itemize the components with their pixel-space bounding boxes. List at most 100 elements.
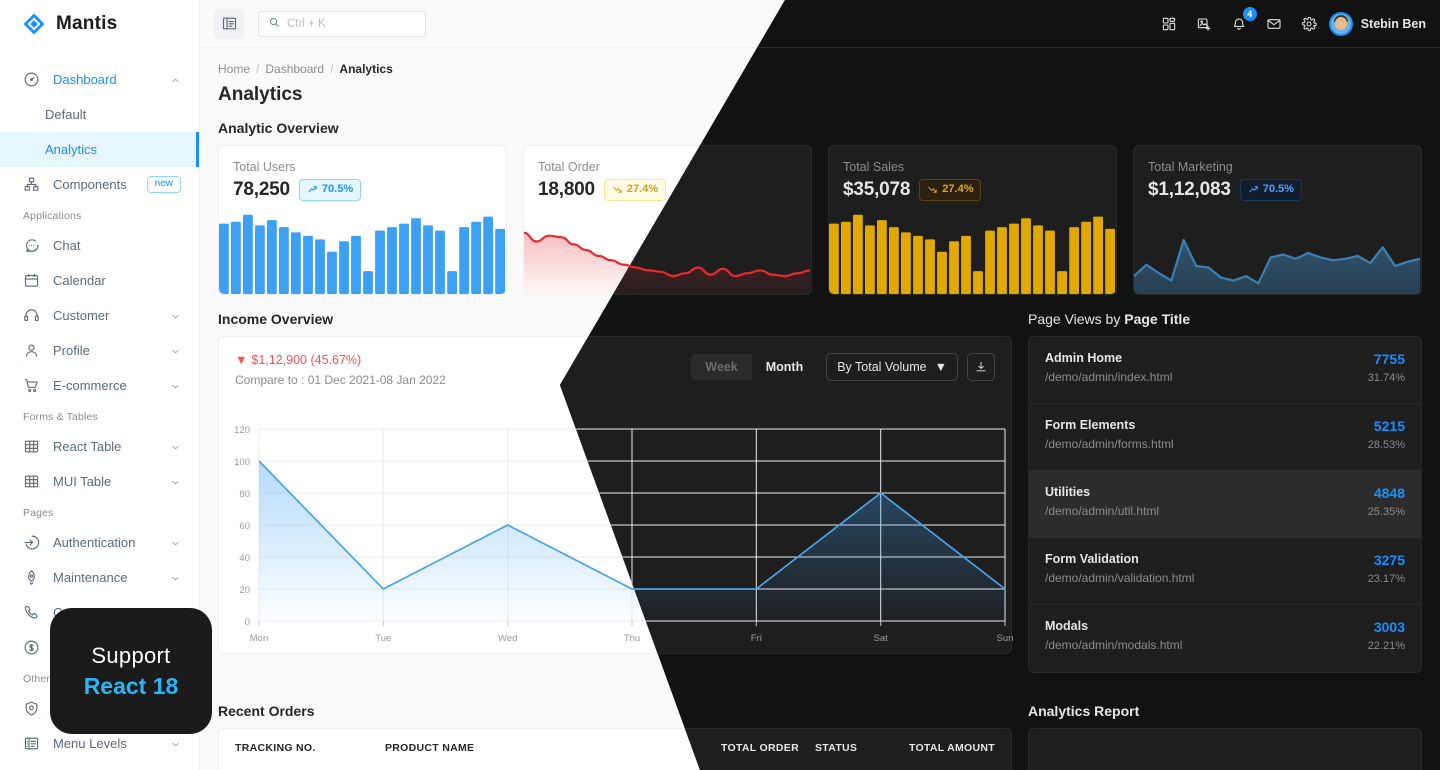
column-header-product[interactable]: PRODUCT NAME	[385, 742, 707, 754]
chat-icon	[23, 237, 40, 254]
nav-group-label: Forms & Tables	[23, 411, 98, 423]
recent-orders-title: Recent Orders	[218, 703, 315, 719]
sidebar-item-authentication[interactable]: Authentication	[0, 525, 199, 560]
trend-down-icon	[613, 187, 622, 194]
dashboard-icon	[24, 72, 39, 87]
sidebar-item-e-commerce[interactable]: E-commerce	[0, 368, 199, 403]
stat-card-label: Total Sales	[843, 160, 905, 174]
mail-button[interactable]	[1260, 10, 1288, 38]
menu-levels-icon	[24, 737, 39, 750]
sidebar-item-label: Maintenance	[53, 570, 128, 585]
page-view-count: 4848	[1373, 485, 1405, 501]
page-view-percent: 31.74%	[1367, 372, 1405, 384]
page-views-title: Page Views by Page Title	[1027, 311, 1191, 327]
stat-card-label: Total Users	[233, 160, 296, 174]
sidebar-item-dashboard[interactable]: Dashboard	[0, 62, 199, 97]
support-badge-line1: Support	[91, 642, 171, 668]
sidebar-item-customer[interactable]: Customer	[0, 298, 199, 333]
main-content: Home / Dashboard / Analytics Analytics Analyt…	[200, 48, 1440, 770]
menu-toggle-button[interactable]	[214, 8, 244, 39]
sidebar-item-components[interactable]: Components new	[0, 167, 199, 202]
income-download-button[interactable]	[966, 353, 995, 381]
add-image-icon	[1197, 17, 1211, 31]
bell-button[interactable]: 4	[1225, 6, 1257, 38]
page-view-url: /demo/admin/modals.html	[1044, 638, 1183, 652]
cart-icon	[24, 379, 38, 393]
chevron-down-icon[interactable]	[170, 476, 181, 487]
sidebar-item-label: Customer	[53, 308, 110, 323]
sidebar-item-calendar[interactable]: Calendar	[0, 263, 199, 298]
stat-card-total-order[interactable]: Total Order 18,800 27.4%	[523, 145, 812, 295]
breadcrumb-item[interactable]: Home	[218, 62, 250, 76]
svg-text:Fri: Fri	[751, 633, 762, 644]
page-view-row-form-elements[interactable]: Form Elements /demo/admin/forms.html 521…	[1028, 404, 1421, 471]
stat-card-total-sales[interactable]: Total Sales $35,078 27.4%	[828, 145, 1117, 295]
analytic-overview-title: Analytic Overview	[218, 120, 339, 136]
page-view-title: Modals	[1044, 619, 1089, 633]
table-icon	[23, 473, 40, 490]
mail-icon	[1267, 18, 1281, 29]
stat-card-total-marketing[interactable]: Total Marketing $1,12,083 70.5%	[1133, 145, 1422, 295]
coin-icon	[23, 639, 40, 656]
gear-button[interactable]	[1295, 10, 1323, 38]
chevron-down-icon[interactable]	[170, 738, 181, 749]
income-tab-month[interactable]: Month	[752, 354, 817, 380]
svg-text:80: 80	[239, 489, 250, 500]
breadcrumb-item[interactable]: Dashboard	[265, 62, 324, 76]
stat-card-value: $35,078	[843, 179, 911, 200]
column-header-tracking[interactable]: TRACKING NO.	[235, 742, 385, 754]
trend-up-icon	[1249, 186, 1258, 193]
sidebar-subitem-label: Default	[45, 107, 87, 122]
page-view-row-form-validation[interactable]: Form Validation /demo/admin/validation.h…	[1028, 538, 1421, 605]
sidebar-subitem-default[interactable]: Default	[0, 97, 199, 132]
stat-card-label: Total Marketing	[1148, 160, 1233, 174]
nav-group-label: Pages	[23, 507, 54, 519]
search-placeholder: Ctrl + K	[287, 17, 326, 30]
income-volume-dropdown[interactable]: By Total Volume ▼	[826, 353, 958, 381]
user-icon	[23, 342, 40, 359]
sidebar-subitem-label: Analytics	[45, 142, 98, 157]
column-header-total-amount[interactable]: TOTAL AMOUNT	[885, 742, 995, 754]
app-header: Ctrl + K 4 Stebin Ben	[200, 0, 1440, 48]
sidebar-item-label: Calendar	[53, 273, 106, 288]
sidebar-item-mui-table[interactable]: MUI Table	[0, 464, 199, 499]
chevron-up-icon[interactable]	[170, 74, 181, 85]
stat-card-sparkline	[219, 206, 506, 294]
dashboard-icon	[23, 71, 40, 88]
page-view-row-modals[interactable]: Modals /demo/admin/modals.html 3003 22.2…	[1029, 605, 1421, 672]
breadcrumb-separator: /	[330, 62, 334, 76]
page-view-row-utilities[interactable]: Utilities /demo/admin/util.html 4848 25.…	[1028, 471, 1421, 538]
chevron-down-icon[interactable]	[170, 310, 181, 321]
sidebar-item-profile[interactable]: Profile	[0, 333, 199, 368]
page-view-row-admin-home[interactable]: Admin Home /demo/admin/index.html 7755 3…	[1028, 337, 1421, 404]
page-view-url: /demo/admin/util.html	[1044, 504, 1160, 518]
chevron-down-icon[interactable]	[170, 441, 181, 452]
add-image-button[interactable]	[1190, 10, 1218, 38]
user-menu[interactable]: Stebin Ben	[1328, 11, 1426, 36]
support-badge-line2: React 18	[83, 672, 179, 699]
stat-card-total-users[interactable]: Total Users 78,250 70.5%	[218, 145, 507, 295]
sidebar-item-label: E-commerce	[53, 378, 127, 393]
sidebar-item-react-table[interactable]: React Table	[0, 429, 199, 464]
chevron-down-icon[interactable]	[170, 380, 181, 391]
user-name: Stebin Ben	[1360, 16, 1426, 31]
search-input[interactable]: Ctrl + K	[258, 10, 426, 37]
chevron-down-icon	[172, 541, 179, 546]
chevron-down-icon[interactable]	[170, 345, 181, 356]
svg-text:40: 40	[239, 553, 250, 564]
income-chart-svg: 0 20 40 60 80 100 120 Mon Tue Wed Thu Fri Sat Sun	[234, 425, 1013, 644]
income-tab-week[interactable]: Week	[691, 354, 752, 380]
bar-sparkline	[829, 214, 1115, 294]
support-react18-badge[interactable]: Support React 18	[50, 608, 212, 734]
caret-down-solid-icon: ▼	[235, 353, 248, 367]
sidebar-item-maintenance[interactable]: Maintenance	[0, 560, 199, 595]
column-header-status[interactable]: STATUS	[799, 742, 885, 754]
chevron-down-icon[interactable]	[170, 537, 181, 548]
chevron-down-icon[interactable]	[170, 572, 181, 583]
sidebar-subitem-analytics[interactable]: Analytics	[0, 132, 199, 167]
apps-grid-button[interactable]	[1155, 10, 1183, 38]
brand[interactable]: Mantis	[0, 0, 199, 48]
column-header-total-order[interactable]: TOTAL ORDER	[707, 742, 799, 754]
svg-text:20: 20	[239, 585, 250, 596]
sidebar-item-chat[interactable]: Chat	[0, 228, 199, 263]
